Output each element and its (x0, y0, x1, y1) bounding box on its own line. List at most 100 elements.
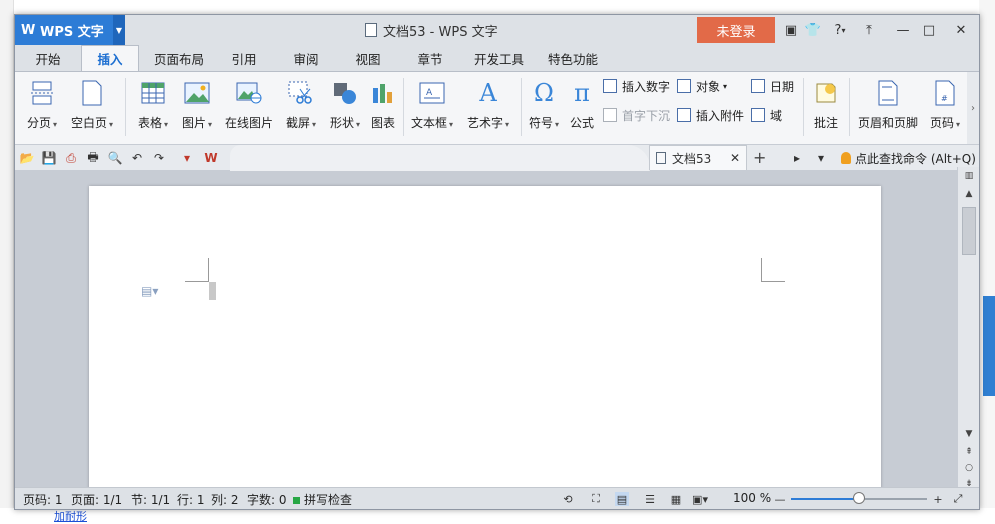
tab-special[interactable]: 特色功能 (541, 45, 605, 71)
close-icon[interactable]: ✕ (953, 21, 969, 39)
date-button[interactable]: 日期 (751, 75, 794, 97)
blank-page-icon (78, 78, 106, 108)
zoom-out-icon[interactable]: — (773, 492, 787, 506)
browse-object-icon[interactable]: ○ (961, 461, 977, 475)
zoom-level[interactable]: 100 % (733, 491, 771, 505)
tab-section[interactable]: 章节 (407, 45, 453, 71)
tab-view[interactable]: 视图 (345, 45, 391, 71)
help-button[interactable]: ? ▾ (827, 21, 853, 39)
background-link[interactable]: 加耐形 (54, 508, 87, 524)
tab-list-icon[interactable]: ▸ (789, 150, 805, 166)
online-picture-button[interactable]: 在线图片 (223, 74, 275, 140)
textbox-button[interactable]: A 文本框 ▾ (407, 74, 457, 140)
symbol-button[interactable]: Ω 符号 ▾ (525, 74, 563, 140)
insert-number-button[interactable]: 插入数字 (603, 75, 670, 97)
page-view-icon[interactable]: ▤ (615, 492, 629, 506)
comment-icon (812, 78, 840, 108)
chevron-down-icon[interactable]: ▼ (113, 15, 125, 45)
maximize-icon[interactable]: □ (921, 21, 937, 39)
tab-insert[interactable]: 插入 (81, 45, 139, 71)
picture-button[interactable]: 图片 ▾ (177, 74, 217, 140)
wordart-label: 艺术字 (466, 116, 503, 130)
status-page: 页码: 1 (23, 493, 63, 507)
insert-number-label: 插入数字 (622, 79, 671, 94)
login-button[interactable]: 未登录 (697, 17, 775, 43)
new-tab-icon[interactable]: + (753, 148, 766, 167)
wps-cloud-icon[interactable]: W (203, 150, 219, 166)
spell-check-toggle[interactable]: 拼写检查 (293, 491, 352, 508)
object-button[interactable]: 对象 ▾ (677, 75, 727, 97)
save-icon[interactable]: 💾 (41, 150, 57, 166)
web-view-icon[interactable]: ▦ (669, 492, 683, 506)
scissors-icon (287, 78, 315, 108)
skin-icon[interactable]: ▣ (783, 21, 799, 39)
shapes-icon (331, 78, 359, 108)
field-icon (751, 108, 765, 122)
wordart-button[interactable]: A 艺术字 ▾ (463, 74, 513, 140)
document-page[interactable]: ▤▾ (89, 186, 881, 496)
table-button[interactable]: 表格 ▾ (133, 74, 173, 140)
zoom-in-icon[interactable]: + (931, 492, 945, 506)
shirt-icon[interactable]: 👕 (805, 21, 821, 39)
background-blue-tab (983, 296, 995, 396)
scrollbar-thumb[interactable] (962, 207, 976, 255)
fullscreen-icon[interactable]: ⛶ (589, 492, 603, 506)
vertical-scrollbar[interactable]: ▥ ▲ ▼ ⇞ ○ ⇟ (957, 167, 979, 489)
equation-button[interactable]: π 公式 (565, 74, 599, 140)
background-bottom-strip: 加耐形 (0, 508, 995, 524)
blank-page-label: 空白页 (70, 116, 107, 130)
tab-page-layout[interactable]: 页面布局 (147, 45, 211, 71)
split-view-icon[interactable]: ▥ (961, 169, 977, 183)
tab-developer[interactable]: 开发工具 (467, 45, 531, 71)
ribbon-scroll-right[interactable]: › (967, 72, 979, 144)
print-preview-icon[interactable]: 🔍 (107, 150, 123, 166)
app-menu-button[interactable]: W WPS 文字 ▼ (15, 15, 125, 45)
calendar-icon (751, 79, 765, 93)
scroll-up-icon[interactable]: ▲ (961, 187, 977, 201)
previous-page-icon[interactable]: ⇞ (961, 445, 977, 459)
chart-button[interactable]: 图表 (367, 74, 399, 140)
header-footer-button[interactable]: 页眉和页脚 (855, 74, 921, 140)
blank-page-button[interactable]: 空白页 ▾ (67, 74, 117, 140)
status-section: 节: 1/1 (131, 493, 171, 507)
page-number-button[interactable]: # 页码 ▾ (925, 74, 965, 140)
ribbon-divider (849, 78, 850, 136)
tab-menu-icon[interactable]: ▾ (813, 150, 829, 166)
page-break-button[interactable]: 分页 ▾ (23, 74, 61, 140)
redo-icon[interactable]: ↷ (151, 150, 167, 166)
history-icon[interactable]: ⟲ (561, 492, 575, 506)
customize-quick-access-icon[interactable]: ▾ (179, 150, 195, 166)
pi-icon: π (574, 79, 590, 107)
paragraph-layout-icon[interactable]: ▤▾ (141, 284, 158, 298)
print-icon[interactable]: 🖶 (85, 150, 101, 166)
open-folder-icon[interactable]: 📂 (19, 150, 35, 166)
command-search[interactable]: 点此查找命令 (Alt+Q) (841, 145, 976, 171)
object-icon (677, 79, 691, 93)
insert-attachment-button[interactable]: 插入附件 (677, 104, 744, 126)
table-icon (139, 78, 167, 108)
close-tab-icon[interactable]: ✕ (730, 151, 740, 165)
window-title-text: 文档53 - WPS 文字 (383, 24, 498, 40)
reading-view-icon[interactable]: ▣▾ (692, 492, 708, 506)
tab-references[interactable]: 引用 (221, 45, 267, 71)
export-pdf-icon[interactable]: ⎙ (63, 150, 79, 166)
chart-label: 图表 (370, 116, 395, 130)
quick-access-bar: 📂 💾 ⎙ 🖶 🔍 ↶ ↷ ▾ W 文档53 ✕ + ▸ ▾ 点此查找命令 (A… (15, 145, 979, 190)
document-tab[interactable]: 文档53 ✕ (649, 145, 747, 170)
zoom-slider-knob[interactable] (853, 492, 865, 504)
outline-view-icon[interactable]: ☰ (643, 492, 657, 506)
pin-ribbon-icon[interactable]: ⤒ (861, 21, 877, 39)
fit-window-icon[interactable]: ⤢ (951, 492, 965, 506)
tab-home[interactable]: 开始 (25, 45, 71, 71)
minimize-icon[interactable]: — (895, 21, 911, 39)
title-bar: W WPS 文字 ▼ 文档53 - WPS 文字 未登录 ▣ 👕 ? ▾ ⤒ — … (15, 15, 979, 45)
shapes-button[interactable]: 形状 ▾ (325, 74, 365, 140)
undo-icon[interactable]: ↶ (129, 150, 145, 166)
comment-button[interactable]: 批注 (809, 74, 843, 140)
scroll-down-icon[interactable]: ▼ (961, 427, 977, 441)
tab-review[interactable]: 审阅 (283, 45, 329, 71)
background-right-strip (979, 0, 995, 524)
field-button[interactable]: 域 (751, 104, 782, 126)
screenshot-button[interactable]: 截屏 ▾ (281, 74, 321, 140)
symbol-label: 符号 (528, 116, 553, 130)
